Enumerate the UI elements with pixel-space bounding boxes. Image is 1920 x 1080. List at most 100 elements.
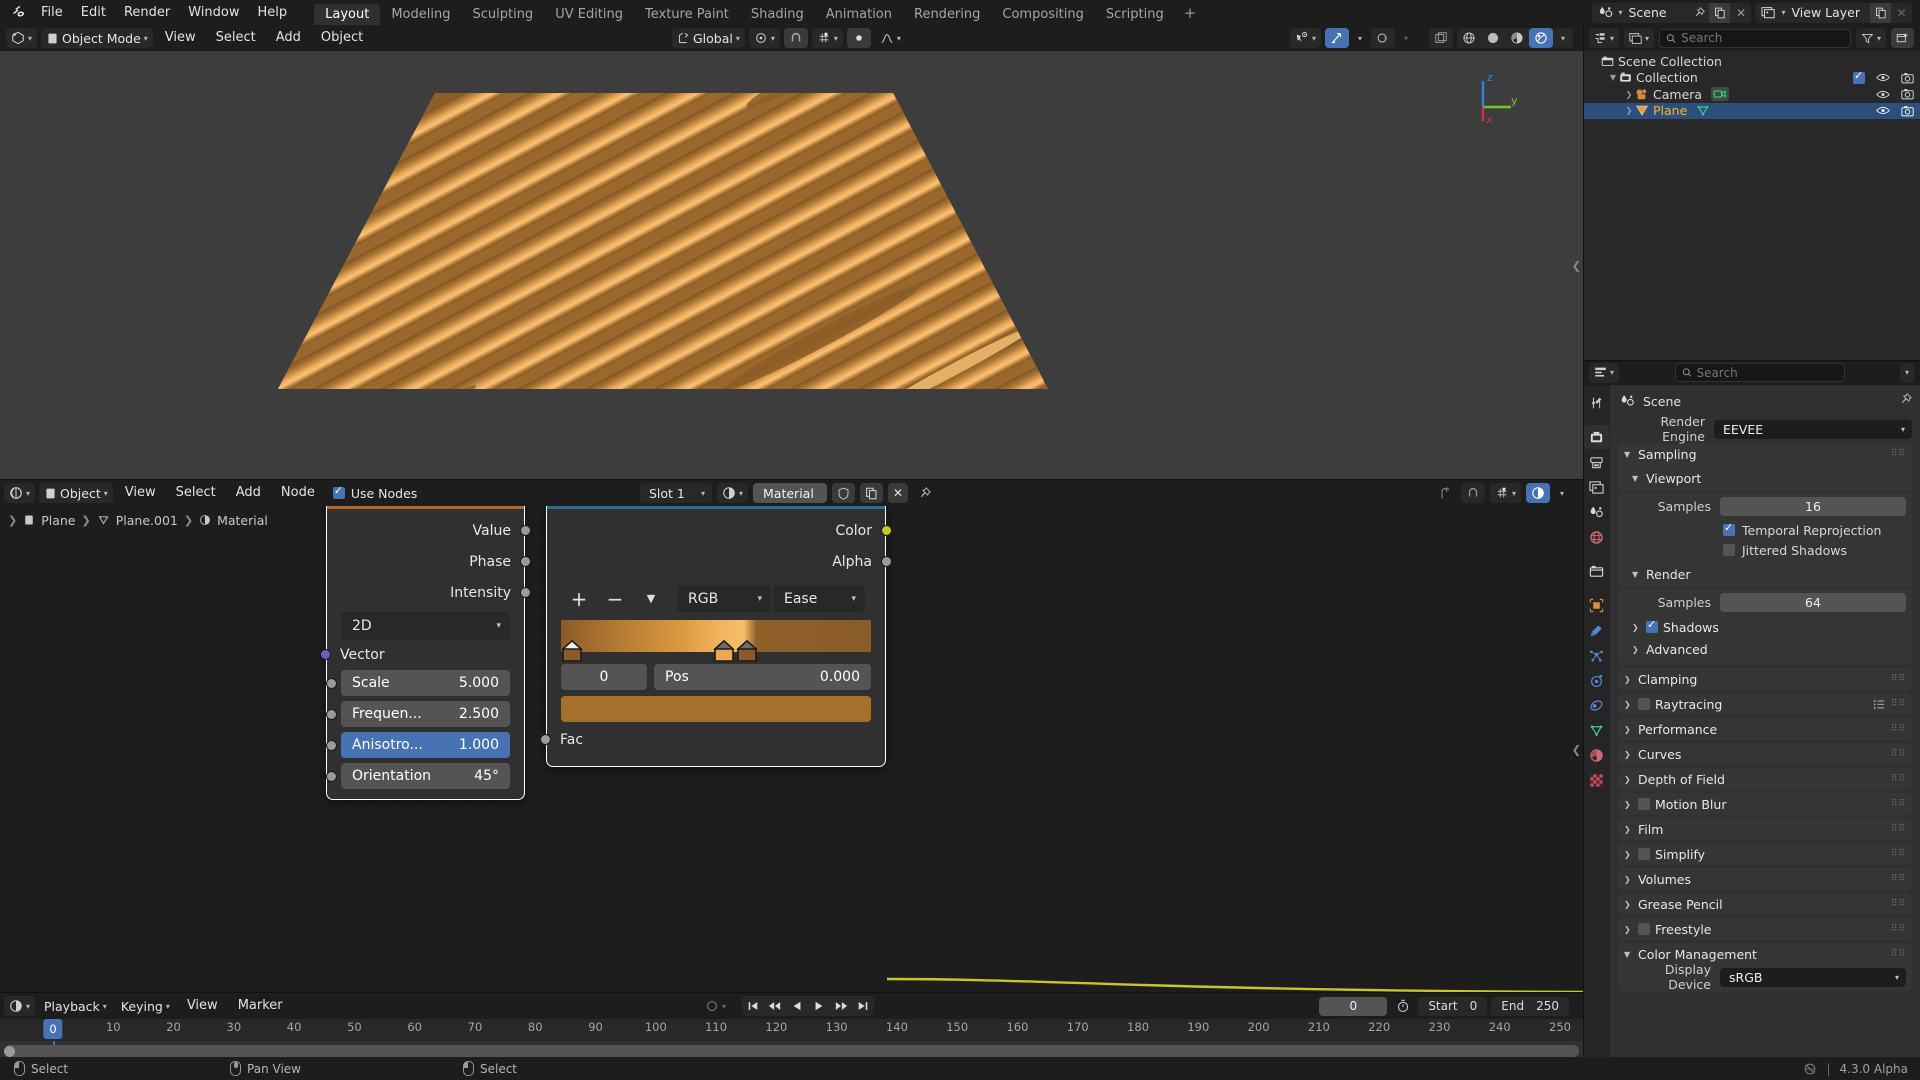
- viewport-sidebar-toggle[interactable]: ❮: [1572, 259, 1581, 272]
- socket-anisotropy[interactable]: [326, 740, 337, 751]
- browse-material-button[interactable]: ▾: [717, 483, 748, 503]
- snap-node-button[interactable]: [1461, 483, 1485, 503]
- display-device-dropdown[interactable]: sRGB ▾: [1720, 968, 1906, 987]
- color-stop-pos-field[interactable]: Pos 0.000: [654, 664, 871, 690]
- shading-wireframe-button[interactable]: [1457, 28, 1481, 48]
- shading-material-preview-button[interactable]: [1505, 28, 1529, 48]
- tab-object-properties[interactable]: [1584, 593, 1609, 617]
- blender-logo-icon[interactable]: [6, 0, 32, 25]
- current-frame-indicator[interactable]: 0: [43, 1019, 62, 1039]
- panel-header-volumes[interactable]: ❯ Volumes ⠿⠿: [1618, 868, 1912, 890]
- eye-icon[interactable]: [1876, 105, 1890, 116]
- view-layer-selector[interactable]: ▾ View Layer ✕: [1755, 3, 1912, 23]
- xray-chevron-button[interactable]: ▾: [1399, 28, 1413, 48]
- color-ramp-menu-button[interactable]: ▼: [633, 586, 669, 612]
- panel-header-raytracing[interactable]: ❯ Raytracing ⠿⠿: [1618, 693, 1912, 715]
- socket-value[interactable]: [520, 525, 531, 536]
- panel-header-depth-of-field[interactable]: ❯ Depth of Field ⠿⠿: [1618, 768, 1912, 790]
- tab-modifier-properties[interactable]: [1584, 618, 1609, 642]
- node-menu-view[interactable]: View: [117, 483, 164, 503]
- delete-scene-button[interactable]: ✕: [1730, 3, 1751, 23]
- tab-material-properties[interactable]: [1584, 743, 1609, 767]
- gabor-frequency-field[interactable]: Frequen... 2.500: [341, 701, 510, 727]
- new-material-button[interactable]: [860, 483, 883, 503]
- xray-toggle-button[interactable]: [1371, 28, 1395, 48]
- color-stop-2[interactable]: [736, 638, 758, 660]
- panel-curves[interactable]: ❯ Curves ⠿⠿: [1618, 743, 1912, 765]
- viewport-shading-copy-button[interactable]: [1429, 28, 1453, 48]
- panel-simplify[interactable]: ❯ Simplify ⠿⠿: [1618, 843, 1912, 865]
- pin-node-tree-icon[interactable]: [913, 483, 936, 503]
- simplify-checkbox[interactable]: [1638, 848, 1650, 860]
- gabor-orientation-field[interactable]: Orientation 45°: [341, 763, 510, 789]
- drag-grip-icon[interactable]: ⠿⠿: [1891, 676, 1906, 682]
- show-overlays-button[interactable]: [1325, 28, 1349, 48]
- socket-vector[interactable]: [320, 649, 331, 660]
- socket-phase[interactable]: [520, 556, 531, 567]
- snap-magnet-button[interactable]: [784, 28, 808, 48]
- navigation-gizmo[interactable]: z y x: [1453, 67, 1523, 137]
- timeline-menu-keying[interactable]: Keying ▾: [116, 996, 175, 1016]
- breadcrumb-material[interactable]: Material: [217, 513, 268, 528]
- timeline-menu-marker[interactable]: Marker: [230, 996, 291, 1016]
- drag-grip-icon[interactable]: ⠿⠿: [1891, 951, 1906, 957]
- fake-user-button[interactable]: [832, 483, 855, 503]
- jump-to-end-button[interactable]: [852, 1000, 874, 1012]
- outliner-row-plane[interactable]: ❯ Plane: [1583, 103, 1920, 120]
- tab-animation[interactable]: Animation: [815, 4, 903, 25]
- editor-type-selector-outliner[interactable]: ▾: [1589, 28, 1619, 48]
- panel-header-render[interactable]: ▼ Render: [1618, 563, 1912, 585]
- use-nodes-checkbox[interactable]: [333, 487, 345, 499]
- panel-header-simplify[interactable]: ❯ Simplify ⠿⠿: [1618, 843, 1912, 865]
- timeline-ruler[interactable]: 0102030405060708090100110120130140150160…: [0, 1019, 1583, 1041]
- properties-options-button[interactable]: ▾: [1900, 363, 1914, 383]
- panel-film[interactable]: ❯ Film ⠿⠿: [1618, 818, 1912, 840]
- color-mode-dropdown[interactable]: RGB ▾: [677, 585, 771, 612]
- panel-grease-pencil[interactable]: ❯ Grease Pencil ⠿⠿: [1618, 893, 1912, 915]
- shader-type-selector[interactable]: Object ▾: [39, 483, 113, 503]
- tab-rendering[interactable]: Rendering: [903, 4, 991, 25]
- tab-view-layer-properties[interactable]: [1584, 475, 1609, 499]
- panel-header-viewport[interactable]: ▼ Viewport: [1618, 467, 1912, 489]
- new-scene-button[interactable]: [1709, 3, 1730, 23]
- breadcrumb-object[interactable]: Plane: [41, 513, 75, 528]
- node-canvas[interactable]: ▼ Gabor Texture Value Phase Intensity: [0, 506, 1583, 993]
- jittered-shadows-checkbox[interactable]: [1723, 544, 1735, 556]
- socket-alpha[interactable]: [881, 556, 892, 567]
- camera-render-icon[interactable]: [1901, 72, 1914, 84]
- eye-icon[interactable]: [1876, 89, 1890, 100]
- node-menu-select[interactable]: Select: [168, 483, 224, 503]
- panel-header-clamping[interactable]: ❯ Clamping ⠿⠿: [1618, 668, 1912, 690]
- menu-help[interactable]: Help: [249, 0, 297, 25]
- color-stop-index-field[interactable]: 0: [561, 664, 647, 690]
- drag-grip-icon[interactable]: ⠿⠿: [1891, 926, 1906, 932]
- menu-edit[interactable]: Edit: [72, 0, 115, 25]
- play-button[interactable]: [808, 1000, 830, 1012]
- gabor-anisotropy-field[interactable]: Anisotro... 1.000: [341, 732, 510, 758]
- tab-uv-editing[interactable]: UV Editing: [544, 4, 634, 25]
- timeline-scrollbar[interactable]: [4, 1045, 1579, 1057]
- panel-clamping[interactable]: ❯ Clamping ⠿⠿: [1618, 668, 1912, 690]
- scene-selector[interactable]: ▾ Scene ✕: [1592, 3, 1751, 23]
- node-menu-node[interactable]: Node: [273, 483, 323, 503]
- temporal-reprojection-checkbox[interactable]: [1723, 524, 1735, 536]
- socket-scale[interactable]: [326, 678, 337, 689]
- socket-intensity[interactable]: [520, 587, 531, 598]
- add-workspace-button[interactable]: +: [1175, 4, 1206, 22]
- socket-frequency[interactable]: [326, 709, 337, 720]
- frame-start-field[interactable]: Start 0: [1418, 997, 1487, 1016]
- shading-options-chevron-icon[interactable]: ▾: [1553, 28, 1573, 48]
- tab-shading[interactable]: Shading: [740, 4, 815, 25]
- shading-solid-button[interactable]: [1481, 28, 1505, 48]
- tab-particle-properties[interactable]: [1584, 643, 1609, 667]
- jittered-shadows-row[interactable]: Jittered Shadows: [1618, 540, 1912, 560]
- play-reverse-button[interactable]: [786, 1000, 808, 1012]
- editor-divider-node-timeline[interactable]: [0, 992, 1583, 993]
- tab-render-properties[interactable]: [1584, 425, 1609, 449]
- shadows-checkbox[interactable]: [1646, 621, 1658, 633]
- panel-header-performance[interactable]: ❯ Performance ⠿⠿: [1618, 718, 1912, 740]
- camera-render-icon[interactable]: [1901, 105, 1914, 117]
- list-icon[interactable]: [1873, 699, 1885, 710]
- show-gizmo-selector[interactable]: ▾: [1290, 28, 1321, 48]
- properties-search-field[interactable]: [1696, 366, 1837, 380]
